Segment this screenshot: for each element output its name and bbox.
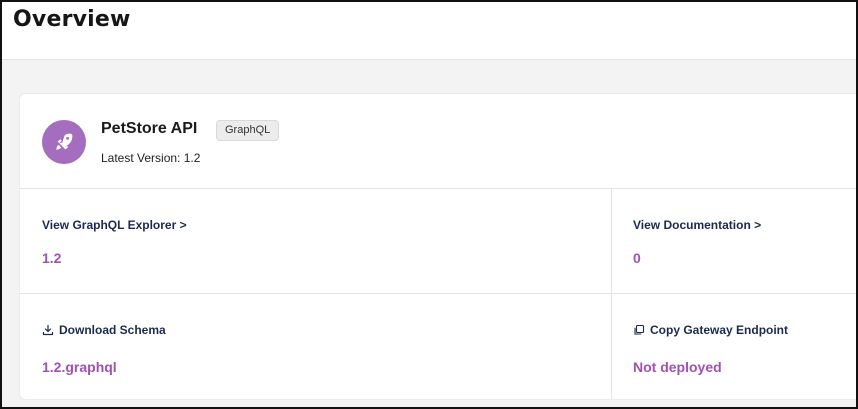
schema-file-value: 1.2.graphql <box>42 359 117 375</box>
download-icon <box>42 324 54 336</box>
app-frame: Overview PetStore API GraphQL Latest Ver… <box>0 0 858 409</box>
download-schema-label: Download Schema <box>59 323 166 337</box>
view-documentation-link[interactable]: View Documentation > <box>633 218 761 232</box>
view-graphql-explorer-link[interactable]: View GraphQL Explorer > <box>42 218 187 232</box>
api-name: PetStore API <box>101 120 198 137</box>
explorer-version-value: 1.2 <box>42 250 62 266</box>
rocket-icon <box>56 133 73 150</box>
endpoint-tile: Copy Gateway Endpoint Not deployed <box>633 295 856 399</box>
latest-version: Latest Version: 1.2 <box>101 151 201 165</box>
copy-gateway-endpoint-button[interactable]: Copy Gateway Endpoint <box>633 323 788 337</box>
page-header: Overview <box>2 2 856 60</box>
api-type-badge: GraphQL <box>216 120 280 141</box>
page-title: Overview <box>13 7 131 32</box>
explorer-tile: View GraphQL Explorer > 1.2 <box>42 189 602 293</box>
overview-row-2: Download Schema 1.2.graphql Copy Gateway… <box>20 295 856 399</box>
api-summary: PetStore API GraphQL Latest Version: 1.2 <box>20 94 856 189</box>
documentation-tile: View Documentation > 0 <box>633 189 856 293</box>
overview-row-1: View GraphQL Explorer > 1.2 View Documen… <box>20 189 856 294</box>
view-documentation-label: View Documentation > <box>633 218 762 232</box>
gateway-endpoint-value: Not deployed <box>633 359 722 375</box>
copy-gateway-endpoint-label: Copy Gateway Endpoint <box>650 323 789 337</box>
schema-tile: Download Schema 1.2.graphql <box>42 295 602 399</box>
view-graphql-explorer-label: View GraphQL Explorer > <box>42 218 187 232</box>
documentation-count-value: 0 <box>633 250 641 266</box>
api-overview-card: PetStore API GraphQL Latest Version: 1.2… <box>20 94 856 399</box>
download-schema-button[interactable]: Download Schema <box>42 323 166 337</box>
api-avatar <box>42 120 86 164</box>
copy-icon <box>634 324 645 335</box>
